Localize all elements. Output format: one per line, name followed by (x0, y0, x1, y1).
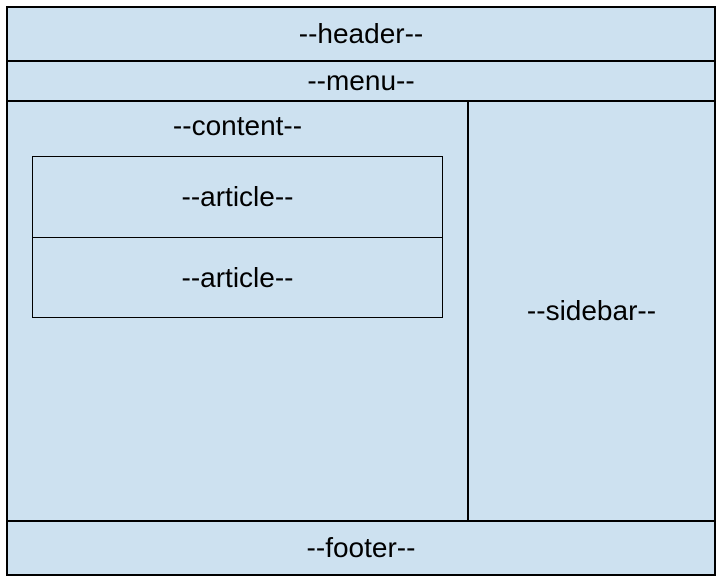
article-label: --article-- (182, 262, 294, 294)
page-layout-diagram: --header-- --menu-- --content-- --articl… (6, 6, 716, 576)
article-region: --article-- (33, 157, 442, 237)
menu-region: --menu-- (8, 62, 714, 102)
articles-container: --article-- --article-- (32, 156, 443, 318)
sidebar-label: --sidebar-- (527, 295, 656, 327)
article-label: --article-- (182, 181, 294, 213)
content-region: --content-- --article-- --article-- (8, 102, 469, 520)
header-region: --header-- (8, 8, 714, 62)
article-region: --article-- (33, 237, 442, 317)
sidebar-region: --sidebar-- (469, 102, 714, 520)
footer-region: --footer-- (8, 522, 714, 574)
header-label: --header-- (299, 18, 423, 50)
middle-row: --content-- --article-- --article-- --si… (8, 102, 714, 522)
footer-label: --footer-- (307, 532, 416, 564)
content-label: --content-- (32, 110, 443, 156)
menu-label: --menu-- (307, 65, 414, 97)
